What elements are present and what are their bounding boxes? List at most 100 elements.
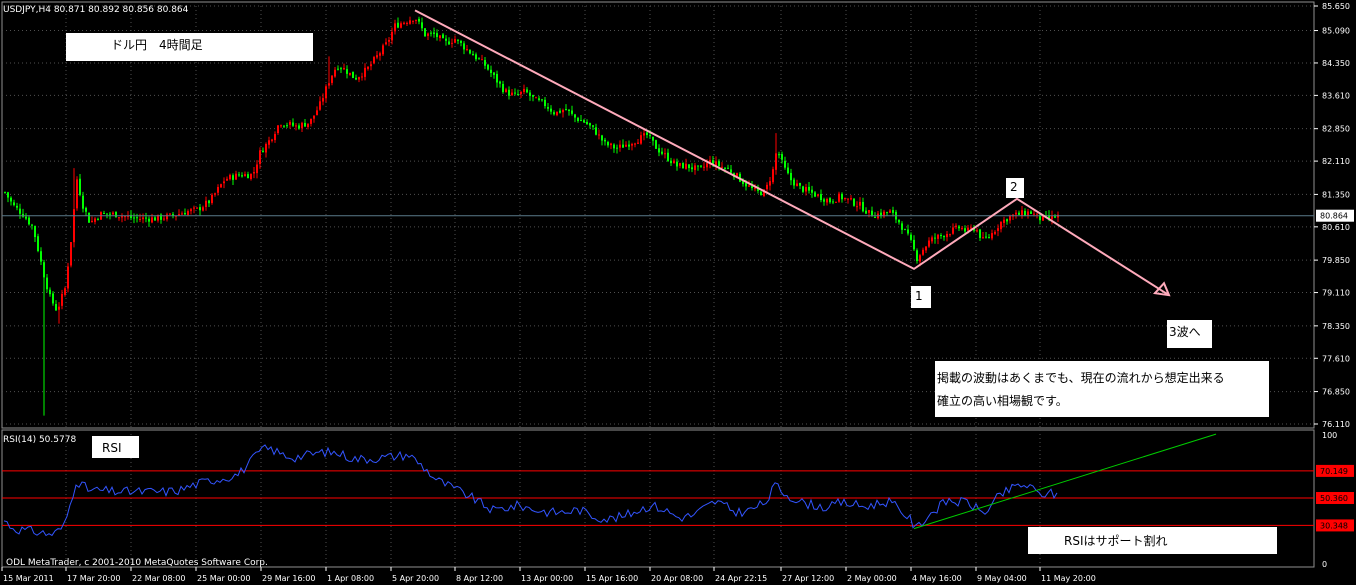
candle-bull: [58, 306, 60, 310]
candle-bear: [655, 140, 657, 149]
candle-bull: [598, 134, 600, 136]
candle-bull: [205, 200, 207, 208]
candle-bear: [583, 120, 585, 123]
candle-bull: [322, 98, 324, 102]
candle-bull: [772, 169, 774, 183]
candle-bull: [817, 194, 819, 196]
candle-bull: [379, 53, 381, 56]
candle-bull: [406, 22, 408, 24]
candle-bull: [169, 213, 171, 215]
candle-bear: [940, 235, 942, 237]
candle-bear: [532, 94, 534, 97]
price-tick-label: 76.110: [1322, 420, 1350, 429]
time-tick-label: 22 Mar 08:00: [132, 574, 185, 583]
price-tick-label: 82.850: [1322, 125, 1350, 134]
time-tick-label: 17 Mar 20:00: [67, 574, 120, 583]
candle-bear: [682, 162, 684, 169]
candle-bull: [1009, 215, 1011, 221]
candle-bear: [517, 94, 519, 96]
candle-bull: [310, 118, 312, 124]
candle-bull: [937, 234, 939, 239]
candle-bull: [1003, 219, 1005, 223]
candle-bear: [199, 207, 201, 211]
candle-bear: [613, 144, 615, 149]
candle-bear: [832, 201, 834, 203]
candle-bear: [697, 165, 699, 167]
candle-bear: [622, 144, 624, 148]
candle-bear: [184, 212, 186, 215]
candle-bull: [211, 194, 213, 203]
candle-bear: [7, 192, 9, 198]
candle-bear: [910, 234, 912, 240]
time-tick-label: 5 Apr 20:00: [392, 574, 439, 583]
candle-bear: [82, 195, 84, 209]
candle-bear: [286, 125, 288, 127]
candle-bull: [838, 193, 840, 202]
candle-bear: [31, 224, 33, 226]
candle-bull: [766, 184, 768, 190]
candle-bear: [457, 39, 459, 41]
candle-bull: [259, 150, 261, 164]
candle-bull: [403, 22, 405, 24]
candle-bull: [370, 64, 372, 67]
disclaimer-box: 掲載の波動はあくまでも、現在の流れから想定出来る 確立の高い相場観です。: [935, 361, 1269, 417]
candle-bear: [493, 72, 495, 75]
candle-bull: [265, 143, 267, 153]
candle-bull: [703, 166, 705, 168]
candle-bear: [604, 139, 606, 142]
candle-bull: [268, 140, 270, 145]
candle-bull: [67, 266, 69, 289]
candle-bear: [745, 182, 747, 187]
candle-bear: [577, 117, 579, 121]
candle-bear: [787, 167, 789, 174]
candle-bull: [244, 174, 246, 177]
candle-bull: [805, 187, 807, 192]
candle-bull: [847, 198, 849, 200]
candle-bull: [271, 139, 273, 141]
candle-bull: [535, 97, 537, 99]
candle-bear: [853, 198, 855, 206]
candle-bull: [1015, 212, 1017, 215]
candle-bear: [592, 125, 594, 127]
candle-bull: [427, 33, 429, 36]
candle-bull: [721, 166, 723, 168]
candle-bear: [436, 33, 438, 37]
candle-bear: [484, 60, 486, 66]
candle-bear: [670, 160, 672, 164]
candle-bear: [247, 174, 249, 179]
candle-bull: [673, 160, 675, 164]
candle-bear: [85, 207, 87, 212]
candle-bull: [364, 67, 366, 77]
candle-bull: [301, 122, 303, 129]
time-tick-label: 29 Mar 16:00: [262, 574, 315, 583]
candle-bull: [634, 143, 636, 145]
candle-bear: [544, 99, 546, 107]
candle-bull: [523, 88, 525, 92]
candle-bull: [124, 216, 126, 218]
candle-bull: [394, 23, 396, 32]
candle-bear: [88, 212, 90, 223]
candle-bull: [679, 163, 681, 166]
candle-bear: [907, 229, 909, 234]
candle-bear: [811, 189, 813, 193]
candle-bull: [439, 35, 441, 39]
candle-bull: [931, 237, 933, 242]
candle-bear: [34, 225, 36, 238]
current-price-label: 80.864: [1320, 212, 1348, 221]
candle-bear: [823, 199, 825, 202]
candle-bear: [487, 64, 489, 70]
candle-bear: [340, 68, 342, 70]
candle-bull: [226, 178, 228, 181]
candle-bear: [10, 197, 12, 202]
candle-bear: [529, 92, 531, 96]
candle-bull: [466, 48, 468, 50]
candle-bear: [916, 250, 918, 261]
candle-bear: [538, 98, 540, 100]
candle-bull: [400, 23, 402, 28]
time-tick-label: 11 May 20:00: [1041, 574, 1096, 583]
candle-bear: [898, 219, 900, 223]
price-tick-label: 77.610: [1322, 354, 1350, 363]
candle-bear: [808, 186, 810, 191]
candle-bull: [166, 214, 168, 220]
candle-bear: [37, 236, 39, 252]
